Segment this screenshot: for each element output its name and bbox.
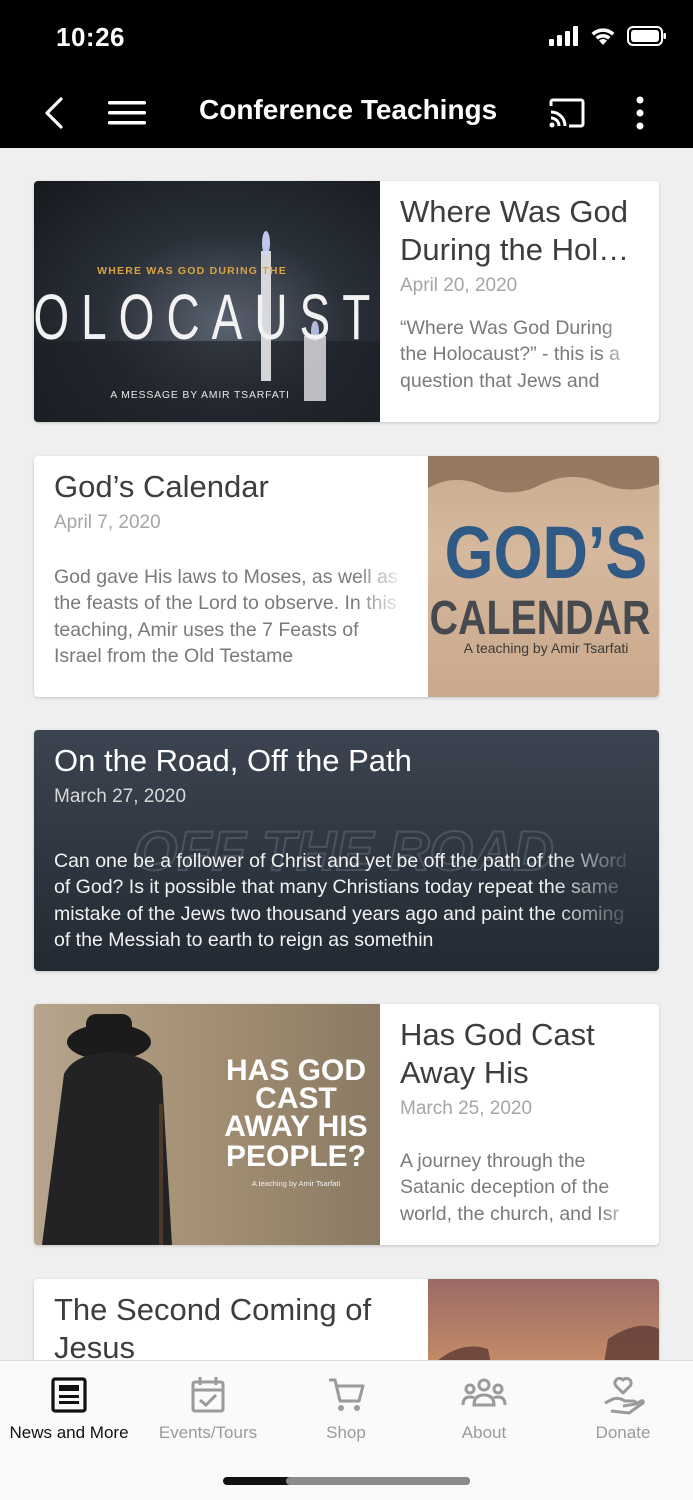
donate-hand-icon [604,1376,645,1415]
thumb-bottom-text: A MESSAGE BY AMIR TSARFATI [110,389,290,401]
teaching-description: God gave His laws to Moses, as well as t… [54,566,398,668]
nav-events-tours[interactable]: Events/Tours [139,1373,277,1453]
cart-icon [329,1378,365,1411]
holocaust-artwork: WHERE WAS GOD DURING THE HOLOCAUST? A ME… [34,231,380,422]
status-time: 10:26 [56,22,125,52]
second-coming-artwork [438,1325,659,1360]
thumb-line1: GOD’S [445,511,648,594]
nav-news-and-more[interactable]: News and More [0,1373,138,1453]
teaching-card[interactable]: HAS GOD CAST AWAY HIS PEOPLE? A teaching… [34,1004,659,1245]
nav-label: Donate [595,1423,651,1442]
cast-button[interactable] [544,92,590,134]
teaching-thumbnail [428,1279,659,1360]
more-options-button[interactable] [622,92,658,134]
teaching-date: March 27, 2020 [54,786,187,807]
nav-label: Shop [326,1423,366,1442]
thumb-line3: AWAY HIS [224,1110,367,1143]
newspaper-icon [51,1377,87,1413]
thumb-caption: A teaching by Amir Tsarfati [464,640,629,656]
thumb-caption: A teaching by Amir Tsarfati [252,1179,341,1188]
teaching-card[interactable]: WHERE WAS GOD DURING THE HOLOCAUST? A ME… [34,181,659,422]
app-bar: Conference Teachings [0,78,693,148]
teaching-card[interactable]: God’s Calendar April 7, 2020 God gave Hi… [34,456,659,697]
teaching-card[interactable]: OFF THE ROAD On the Road, Off the Path M… [34,730,659,971]
hamburger-menu-icon [108,101,146,125]
teaching-description: A journey through the Satanic deception … [400,1150,619,1225]
more-vertical-icon [636,96,644,130]
teaching-date: March 25, 2020 [400,1098,533,1119]
teaching-title: Has God Cast Away His Peopl… [400,1017,595,1090]
nav-label: Events/Tours [158,1423,258,1442]
cast-icon [549,98,585,128]
teaching-thumbnail: HAS GOD CAST AWAY HIS PEOPLE? A teaching… [34,1004,380,1245]
teaching-text: The Second Coming of Jesus [34,1279,428,1360]
back-button[interactable] [34,92,74,134]
calendar-check-icon [191,1377,225,1413]
teaching-title: God’s Calendar [54,469,269,504]
teaching-title: Where Was God During the Hol… [400,194,630,267]
battery-icon [627,26,666,46]
home-indicator-highlight [286,1477,470,1485]
teaching-title: The Second Coming of Jesus [54,1292,372,1360]
people-icon [461,1378,507,1407]
teaching-date: April 20, 2020 [400,275,518,296]
teaching-card[interactable]: The Second Coming of Jesus [34,1279,659,1360]
wifi-icon [591,28,615,45]
nav-label: News and More [9,1423,129,1442]
teaching-text: God’s Calendar April 7, 2020 God gave Hi… [34,456,428,697]
has-god-cast-away-artwork: HAS GOD CAST AWAY HIS PEOPLE? A teaching… [42,1014,368,1245]
teaching-date: April 7, 2020 [54,512,161,533]
menu-button[interactable] [104,92,150,134]
status-bar: 10:26 [0,0,693,78]
teaching-title: On the Road, Off the Path [54,743,412,778]
teaching-text: Where Was God During the Hol… April 20, … [380,181,659,422]
teachings-list: WHERE WAS GOD DURING THE HOLOCAUST? A ME… [0,148,693,1360]
nav-shop[interactable]: Shop [277,1373,415,1453]
teaching-text: Has God Cast Away His Peopl… March 25, 2… [380,1004,659,1245]
teaching-description: “Where Was God During the Holocaust?” - … [400,317,621,392]
thumb-main-text: HOLOCAUST? [34,280,380,352]
page-title: Conference Teachings [199,94,498,125]
thumb-top-text: WHERE WAS GOD DURING THE [97,265,287,277]
nav-donate[interactable]: Donate [554,1373,692,1453]
nav-about[interactable]: About [415,1373,553,1453]
teaching-text: On the Road, Off the Path March 27, 2020… [34,730,659,971]
thumb-line2: CALENDAR [430,591,651,645]
teaching-thumbnail: GOD’S CALENDAR A teaching by Amir Tsarfa… [428,456,659,697]
thumb-line4: PEOPLE? [226,1140,366,1173]
teaching-description: Can one be a follower of Christ and yet … [54,850,627,952]
nav-label: About [461,1423,507,1442]
cellular-signal-icon [549,26,578,46]
gods-calendar-artwork: GOD’S CALENDAR A teaching by Amir Tsarfa… [428,456,659,656]
chevron-left-icon [45,97,63,129]
status-icons [549,26,667,46]
teaching-thumbnail: WHERE WAS GOD DURING THE HOLOCAUST? A ME… [34,181,380,422]
